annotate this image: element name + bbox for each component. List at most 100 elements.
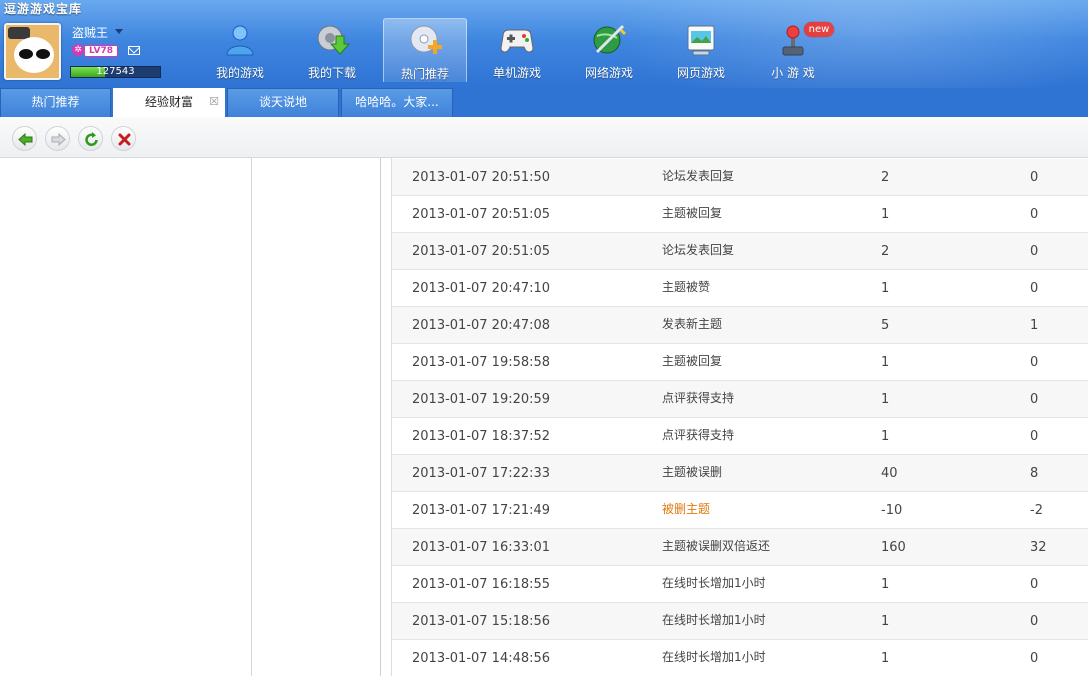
- table-row: 2013-01-07 20:47:08 发表新主题 5 1: [392, 307, 1088, 344]
- nav-label: 单机游戏: [492, 66, 541, 80]
- tab-experience-wealth[interactable]: 经验财富 ☒: [113, 88, 225, 117]
- record-time: 2013-01-07 16:33:01: [412, 540, 551, 555]
- nav-label: 小 游 戏: [771, 66, 815, 80]
- nav-web-games[interactable]: 网页游戏: [659, 18, 743, 82]
- table-row: 2013-01-07 16:18:55 在线时长增加1小时 1 0: [392, 566, 1088, 603]
- app-header: 逗游游戏宝库 盗贼王 ✲ LV78 127543 我的游戏 我的下载 热门推荐 …: [0, 0, 1088, 88]
- table-row: 2013-01-07 19:58:58 主题被回复 1 0: [392, 344, 1088, 381]
- record-exp: 1: [881, 429, 890, 444]
- username[interactable]: 盗贼王: [72, 24, 108, 41]
- record-time: 2013-01-07 18:37:52: [412, 429, 551, 444]
- record-description: 点评获得支持: [662, 391, 735, 405]
- gamepad-icon: [500, 29, 534, 53]
- close-icon[interactable]: ☒: [209, 96, 219, 107]
- nav-mini-games[interactable]: 小 游 戏: [751, 18, 835, 82]
- nav-my-downloads[interactable]: 我的下载: [290, 18, 374, 82]
- forward-button[interactable]: [45, 126, 70, 151]
- table-row: 2013-01-07 20:51:50 论坛发表回复 2 0: [392, 159, 1088, 196]
- record-exp: 1: [881, 577, 890, 592]
- tab-thread[interactable]: 哈哈哈。大家...: [341, 88, 453, 117]
- nav-my-games[interactable]: 我的游戏: [198, 18, 282, 82]
- record-wealth: 0: [1030, 651, 1039, 666]
- left-panel: [0, 158, 252, 676]
- record-description: 主题被误删: [662, 465, 723, 479]
- mail-icon[interactable]: [128, 46, 140, 55]
- record-wealth: 0: [1030, 170, 1039, 185]
- record-description: 论坛发表回复: [662, 169, 735, 183]
- record-wealth: 8: [1030, 466, 1039, 481]
- record-exp: 1: [881, 614, 890, 629]
- record-description: 主题被误删双倍返还: [662, 539, 771, 553]
- record-description: 主题被回复: [662, 354, 723, 368]
- record-exp: 1: [881, 651, 890, 666]
- record-wealth: 0: [1030, 614, 1039, 629]
- record-wealth: 0: [1030, 392, 1039, 407]
- chevron-down-icon[interactable]: [115, 29, 123, 34]
- record-wealth: 0: [1030, 207, 1039, 222]
- tab-hot-picks[interactable]: 热门推荐: [0, 88, 111, 117]
- record-time: 2013-01-07 20:51:05: [412, 244, 551, 259]
- record-exp: 1: [881, 207, 890, 222]
- record-description: 被删主题: [662, 502, 711, 516]
- record-time: 2013-01-07 14:48:56: [412, 651, 551, 666]
- nav-single-player[interactable]: 单机游戏: [475, 18, 559, 82]
- app-title: 逗游游戏宝库: [4, 2, 83, 16]
- record-time: 2013-01-07 20:51:05: [412, 207, 551, 222]
- level-badge: LV78: [84, 45, 118, 57]
- record-exp: 1: [881, 355, 890, 370]
- tab-label: 热门推荐: [31, 95, 80, 109]
- nav-label: 网页游戏: [676, 66, 725, 80]
- table-row: 2013-01-07 16:33:01 主题被误删双倍返还 160 32: [392, 529, 1088, 566]
- record-exp: 2: [881, 244, 890, 259]
- record-wealth: 0: [1030, 429, 1039, 444]
- avatar-eye-right: [36, 49, 50, 59]
- records-table: 2013-01-07 20:51:50 论坛发表回复 2 0 2013-01-07 20…: [391, 158, 1088, 676]
- exp-value: 127543: [96, 66, 135, 77]
- record-exp: 5: [881, 318, 890, 333]
- record-time: 2013-01-07 20:47:10: [412, 281, 551, 296]
- record-exp: 1: [881, 281, 890, 296]
- record-description: 论坛发表回复: [662, 243, 735, 257]
- browser-toolbar: [0, 117, 1088, 158]
- back-button[interactable]: [12, 126, 37, 151]
- avatar[interactable]: [4, 23, 61, 80]
- nav-label: 网络游戏: [584, 66, 633, 80]
- record-wealth: 0: [1030, 355, 1039, 370]
- refresh-button[interactable]: [78, 126, 103, 151]
- record-description: 发表新主题: [662, 317, 723, 331]
- avatar-eye-left: [19, 49, 33, 59]
- record-description: 主题被赞: [662, 280, 711, 294]
- user-icon: [226, 25, 254, 56]
- mid-panel: [252, 158, 381, 676]
- record-exp: -10: [881, 503, 903, 518]
- stop-icon: [118, 133, 131, 146]
- record-time: 2013-01-07 19:58:58: [412, 355, 551, 370]
- record-description: 在线时长增加1小时: [662, 613, 766, 627]
- record-time: 2013-01-07 16:18:55: [412, 577, 551, 592]
- record-time: 2013-01-07 20:47:08: [412, 318, 551, 333]
- record-description: 主题被回复: [662, 206, 723, 220]
- record-time: 2013-01-07 19:20:59: [412, 392, 551, 407]
- web-browser-icon: [687, 25, 715, 56]
- nav-online-games[interactable]: 网络游戏: [567, 18, 651, 82]
- tab-chat[interactable]: 谈天说地: [227, 88, 339, 117]
- table-row: 2013-01-07 17:22:33 主题被误删 40 8: [392, 455, 1088, 492]
- record-time: 2013-01-07 20:51:50: [412, 170, 551, 185]
- record-wealth: 32: [1030, 540, 1047, 555]
- record-wealth: 1: [1030, 318, 1039, 333]
- tab-label: 哈哈哈。大家...: [355, 95, 439, 109]
- record-time: 2013-01-07 15:18:56: [412, 614, 551, 629]
- record-description: 在线时长增加1小时: [662, 650, 766, 664]
- record-description: 在线时长增加1小时: [662, 576, 766, 590]
- new-badge: new: [804, 22, 834, 37]
- arrow-left-icon: [18, 132, 33, 147]
- record-time: 2013-01-07 17:22:33: [412, 466, 551, 481]
- record-wealth: 0: [1030, 577, 1039, 592]
- record-description: 点评获得支持: [662, 428, 735, 442]
- table-row: 2013-01-07 17:21:49 被删主题 -10 -2: [392, 492, 1088, 529]
- stop-button[interactable]: [111, 126, 136, 151]
- nav-label: 我的游戏: [215, 66, 264, 80]
- arrow-right-icon: [51, 132, 66, 147]
- nav-hot-picks[interactable]: 热门推荐: [383, 18, 467, 82]
- table-row: 2013-01-07 20:47:10 主题被赞 1 0: [392, 270, 1088, 307]
